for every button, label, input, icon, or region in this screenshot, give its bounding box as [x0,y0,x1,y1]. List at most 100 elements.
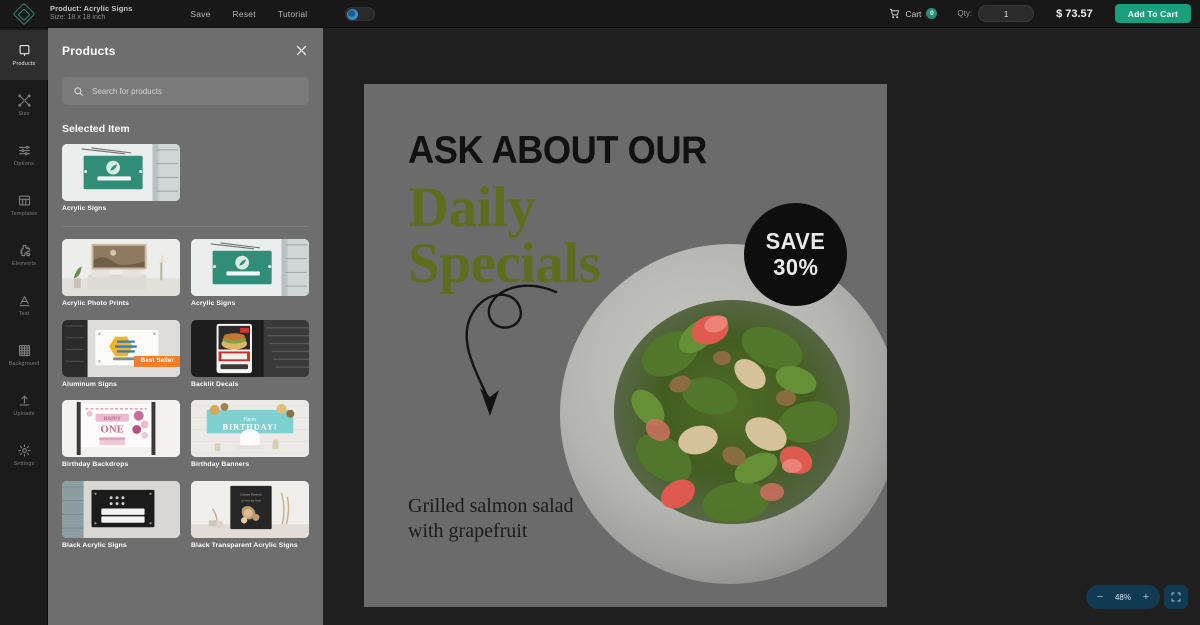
rail-item-uploads[interactable]: Uploads [0,380,48,430]
app-logo[interactable] [0,0,48,28]
zoom-pill: − 48% + [1086,585,1160,609]
thumbnail-art [191,239,309,297]
grid-template-icon [18,195,30,206]
close-icon[interactable] [294,43,309,58]
save-badge-line-2: 30% [772,254,819,280]
rail-item-templates[interactable]: Templates [0,180,48,230]
products-scroll-area[interactable]: Acrylic Photo Prints Acrylic Signs Best Se… [48,227,323,625]
rail-item-text[interactable]: Text [0,280,48,330]
salad-illustration [614,300,850,524]
product-card[interactable]: Backlit Decals [191,319,309,389]
artboard[interactable]: ASK ABOUT OUR Daily Specials SAVE 30% Gr… [364,84,887,607]
cart-button[interactable]: Cart 0 [889,8,938,19]
cart-area: Cart 0 Qty: $ 73.57 Add To Cart [889,4,1200,23]
thumbnail-art: It have flowers all over my heart [191,480,309,538]
best-seller-badge: Best Seller [133,355,180,367]
rail-item-label: Products [12,61,36,67]
product-card[interactable]: Acrylic Photo Prints [62,239,180,308]
artboard-headline-small[interactable]: ASK ABOUT OUR [408,131,707,170]
rail-item-size[interactable]: Size [0,80,48,130]
product-thumbnail [62,239,180,297]
rail-item-label: Size [18,111,30,117]
salmon-salad-photo[interactable] [560,244,887,584]
save-badge[interactable]: SAVE 30% [744,203,847,306]
selected-item-title: Selected Item [62,123,130,135]
tool-rail: Products Size Options Templates Elements Text… [0,28,48,625]
gear-icon [17,444,31,457]
search-input[interactable] [92,86,298,96]
zoom-in-button[interactable]: + [1136,587,1156,607]
svg-text:HAPPY: HAPPY [103,417,121,423]
design-editor-app: Product: Acrylic Signs Size: 18 x 18 inc… [0,0,1200,625]
svg-text:It have flowers: It have flowers [240,493,262,497]
dark-mode-toggle[interactable] [345,6,376,21]
rail-item-label: Elements [11,261,37,267]
product-thumbnail: It have flowers all over my heart [191,480,309,538]
product-card[interactable]: Happy BIRTHDAY! Birthday Banners [191,400,309,469]
save-badge-line-1: SAVE [765,228,826,254]
rail-item-label: Options [13,161,34,167]
product-card[interactable]: Best Seller Aluminum Signs [62,319,180,389]
product-card[interactable]: Black Acrylic Signs [62,480,180,550]
rail-item-settings[interactable]: Settings [0,430,48,480]
product-card[interactable]: It have flowers all over my heart Black Tr… [191,480,309,550]
headline-line-1: Daily [408,176,536,239]
letter-a-icon [19,296,29,307]
caption-line-1: Grilled salmon salad [408,494,574,517]
curved-arrow-icon [465,284,558,416]
quantity-input[interactable] [978,5,1035,22]
moon-icon [347,8,359,20]
product-frame-icon [19,44,29,57]
top-bar: Product: Acrylic Signs Size: 18 x 18 inc… [0,0,1200,28]
rail-item-label: Templates [10,211,38,217]
zoom-level-value: 48% [1114,592,1131,602]
rail-item-label: Background [8,361,40,367]
puzzle-icon [19,244,30,257]
logo-diamond-icon [12,2,36,25]
selected-item-thumbnail [62,144,180,201]
save-button[interactable]: Save [190,9,210,19]
thumbnail-art [191,319,309,377]
canvas-stage[interactable]: ASK ABOUT OUR Daily Specials SAVE 30% Gr… [323,28,1200,625]
product-info: Product: Acrylic Signs Size: 18 x 18 inc… [50,4,132,22]
thumbnail-art [62,239,180,297]
artboard-caption[interactable]: Grilled salmon salad with grapefruit [408,494,574,545]
rail-item-label: Uploads [13,411,35,417]
add-to-cart-button[interactable]: Add To Cart [1114,4,1191,23]
fullscreen-button[interactable] [1164,585,1188,609]
fullscreen-icon [1171,592,1181,602]
product-card[interactable]: HAPPY ONE Birthday Backdrops [62,400,180,469]
search-box[interactable] [62,77,309,105]
zoom-out-button[interactable]: − [1090,587,1110,607]
product-label: Acrylic Signs [191,300,236,308]
search-icon [74,86,83,96]
zoom-controls: − 48% + [1086,585,1188,609]
panel-header: Products [48,28,323,73]
product-thumbnail [191,319,309,377]
checker-icon [18,344,30,357]
reset-button[interactable]: Reset [233,9,256,19]
product-thumbnail: HAPPY ONE [62,400,180,458]
products-panel: Products Selected Item Acrylic Signs Acr… [48,28,323,625]
cart-label: Cart [905,8,922,19]
products-grid: Acrylic Photo Prints Acrylic Signs Best Se… [62,239,309,550]
sliders-icon [18,145,30,156]
product-label: Black Transparent Acrylic Signs [191,541,298,549]
thumbnail-art [62,144,180,201]
rail-item-elements[interactable]: Elements [0,230,48,280]
tutorial-button[interactable]: Tutorial [278,9,308,19]
selected-item-card[interactable]: Acrylic Signs [62,144,180,213]
rail-item-products[interactable]: Products [0,30,48,80]
rail-item-options[interactable]: Options [0,130,48,180]
product-thumbnail [191,239,309,297]
thumbnail-art [62,480,180,538]
product-thumbnail: Happy BIRTHDAY! [191,400,309,458]
quantity-group: Qty: [957,5,1035,22]
selected-item-section: Selected Item Acrylic Signs [48,105,323,228]
cart-count-badge: 0 [926,8,938,19]
thumbnail-art: HappyBIRTHDAY! [191,400,309,458]
product-card[interactable]: Acrylic Signs [191,239,309,308]
product-name-line: Product: Acrylic Signs [50,4,133,14]
resize-icon [17,94,31,107]
rail-item-background[interactable]: Background [0,330,48,380]
